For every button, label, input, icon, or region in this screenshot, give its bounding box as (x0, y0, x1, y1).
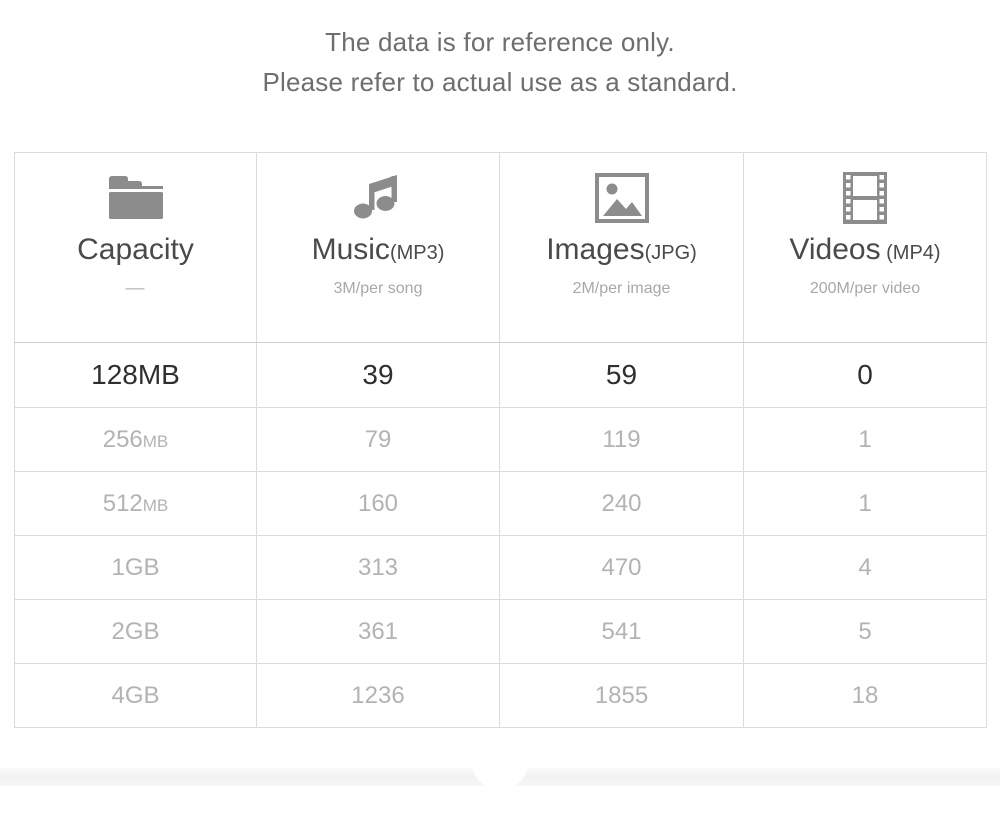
column-header-videos: Videos (MP4) 200M/per video (743, 152, 987, 343)
cell-music: 313 (256, 535, 500, 600)
cell-capacity: 4GB (14, 663, 257, 728)
folder-icon (105, 167, 167, 229)
cell-capacity: 1GB (14, 535, 257, 600)
cell-images: 59 (499, 342, 744, 408)
column-label-images-text: Images (546, 233, 645, 266)
cell-images: 470 (499, 535, 744, 600)
table-row: 2GB 361 541 5 (14, 599, 987, 664)
capacity-value: 2 (111, 617, 125, 645)
capacity-unit: GB (124, 553, 160, 581)
column-sublabel-videos: 200M/per video (809, 280, 921, 297)
table-row: 4GB 1236 1855 18 (14, 663, 987, 728)
capacity-value: 1 (111, 553, 125, 581)
cell-music: 79 (256, 407, 500, 472)
column-label-videos-text: Videos (789, 233, 881, 266)
cell-images: 119 (499, 407, 744, 472)
cell-videos: 5 (743, 599, 987, 664)
column-sublabel-music: 3M/per song (333, 280, 423, 297)
capacity-unit: MB (142, 431, 169, 451)
capacity-spec-table: Capacity — Music(MP3) 3M/per song Images… (14, 152, 987, 728)
table-row: 512MB 160 240 1 (14, 471, 987, 536)
column-header-images: Images(JPG) 2M/per image (499, 152, 744, 343)
cell-capacity: 2GB (14, 599, 257, 664)
column-format-videos: (MP4) (880, 242, 941, 264)
cell-images: 1855 (499, 663, 744, 728)
column-format-images: (JPG) (644, 242, 697, 264)
cell-music: 1236 (256, 663, 500, 728)
cell-music: 39 (256, 342, 500, 408)
cell-music: 361 (256, 599, 500, 664)
capacity-value: 128 (91, 359, 138, 390)
capacity-value: 512 (102, 489, 143, 517)
column-format-music: (MP3) (389, 242, 445, 264)
column-label-videos: Videos (MP4) (789, 233, 940, 270)
column-label-images: Images(JPG) (546, 233, 697, 270)
cell-images: 240 (499, 471, 744, 536)
cell-capacity: 128MB (14, 342, 257, 408)
reference-notice: The data is for reference only. Please r… (0, 22, 1000, 102)
column-sublabel-images: 2M/per image (572, 280, 671, 297)
column-sublabel-capacity: — (125, 278, 146, 299)
capacity-unit: GB (124, 681, 160, 709)
notice-line-1: The data is for reference only. (325, 27, 675, 57)
notice-line-2: Please refer to actual use as a standard… (262, 67, 738, 97)
cell-videos: 0 (743, 342, 987, 408)
capacity-value: 256 (102, 425, 143, 453)
column-label-music-text: Music (311, 233, 390, 266)
column-label-capacity: Capacity (77, 233, 194, 270)
column-header-music: Music(MP3) 3M/per song (256, 152, 500, 343)
cell-videos: 1 (743, 407, 987, 472)
image-icon (593, 167, 651, 229)
table-header-row: Capacity — Music(MP3) 3M/per song Images… (14, 152, 987, 343)
cell-videos: 18 (743, 663, 987, 728)
capacity-unit: GB (124, 617, 160, 645)
capacity-value: 4 (111, 681, 125, 709)
capacity-unit: MB (137, 359, 180, 390)
cell-videos: 4 (743, 535, 987, 600)
table-row: 128MB 39 59 0 (14, 342, 987, 408)
music-note-icon (349, 167, 407, 229)
film-strip-icon (840, 167, 890, 229)
cell-capacity: 512MB (14, 471, 257, 536)
cell-music: 160 (256, 471, 500, 536)
table-row: 1GB 313 470 4 (14, 535, 987, 600)
cell-images: 541 (499, 599, 744, 664)
cell-videos: 1 (743, 471, 987, 536)
column-header-capacity: Capacity — (14, 152, 257, 343)
column-label-capacity-text: Capacity (77, 233, 194, 266)
capacity-unit: MB (142, 495, 169, 515)
table-row: 256MB 79 119 1 (14, 407, 987, 472)
column-label-music: Music(MP3) (312, 233, 445, 270)
cell-capacity: 256MB (14, 407, 257, 472)
